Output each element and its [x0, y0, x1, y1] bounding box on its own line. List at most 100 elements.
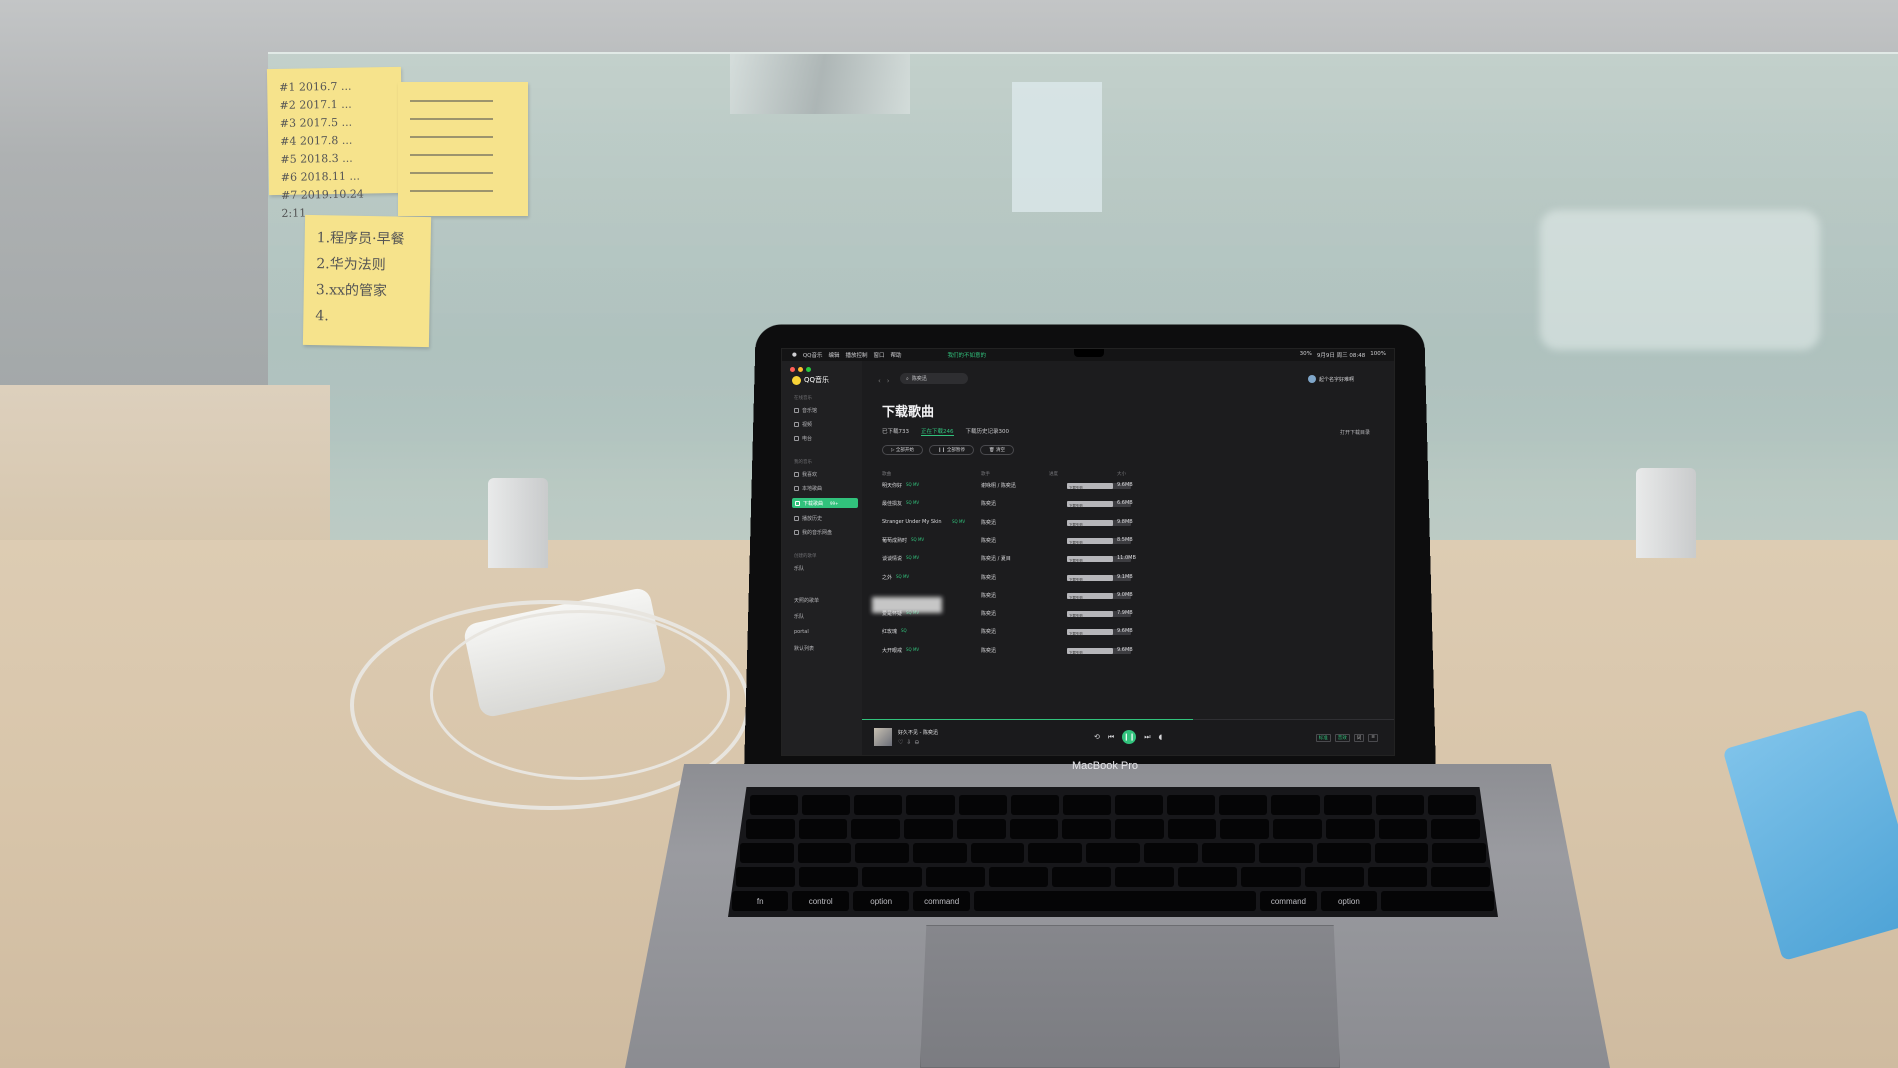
menu-app[interactable]: QQ音乐: [803, 351, 823, 359]
pause-all-button[interactable]: ❙❙ 全部暂停: [928, 445, 974, 455]
sidebar-item-history[interactable]: 播放历史: [794, 515, 822, 522]
playlist-item[interactable]: 乐队: [794, 565, 804, 572]
key[interactable]: [913, 843, 967, 863]
artist-name[interactable]: 陈奕迅 / 夏目: [981, 555, 1011, 562]
table-row[interactable]: 红玫瑰 SQ 陈奕迅 下载失败 9.6MB: [880, 625, 1344, 639]
open-download-folder-link[interactable]: 打开下载目录: [1340, 429, 1370, 436]
key[interactable]: [1378, 819, 1428, 839]
key[interactable]: [802, 795, 851, 815]
maximize-icon[interactable]: [806, 367, 811, 372]
apple-icon[interactable]: ●: [792, 352, 797, 358]
key-option-right[interactable]: option: [1320, 891, 1378, 911]
key[interactable]: [925, 867, 985, 887]
tab-downloading[interactable]: 正在下载246: [921, 427, 954, 436]
key[interactable]: [1325, 819, 1375, 839]
more-icon[interactable]: ⊖: [914, 739, 922, 746]
playlist-item[interactable]: 默认列表: [794, 645, 814, 652]
minimize-icon[interactable]: [798, 367, 803, 372]
key[interactable]: [1304, 867, 1364, 887]
user-name[interactable]: 起个名字好难啊: [1319, 376, 1354, 383]
sidebar-item-downloads[interactable]: 下载歌曲 99+: [792, 498, 858, 508]
sidebar-item-radio[interactable]: 电台: [794, 435, 812, 442]
key[interactable]: [1051, 867, 1112, 887]
sidebar-item-music-hall[interactable]: 音乐馆: [794, 407, 817, 414]
effect-button[interactable]: 音效: [1334, 734, 1350, 742]
user-profile[interactable]: 起个名字好难啊: [1307, 375, 1354, 383]
key[interactable]: [1028, 843, 1083, 863]
key[interactable]: [1271, 795, 1320, 815]
table-row[interactable]: Stranger Under My Skin SQ MV 陈奕迅 下载失败 9.8MB: [880, 516, 1344, 530]
album-cover[interactable]: [874, 728, 892, 746]
key[interactable]: [740, 843, 794, 863]
sidebar-item-video[interactable]: 视频: [794, 421, 812, 428]
song-title[interactable]: 最佳损友: [882, 500, 902, 507]
nav-arrows[interactable]: ‹›: [878, 377, 896, 385]
key-option[interactable]: option: [852, 891, 910, 911]
key-arrows[interactable]: [1381, 891, 1495, 911]
song-title[interactable]: 红玫瑰: [882, 628, 897, 635]
key[interactable]: [1430, 867, 1491, 887]
start-all-button[interactable]: ▷ 全部开始: [882, 445, 923, 455]
table-row[interactable]: 明天你好 SQ MV 谢咏栩 / 陈奕迅 下载失败 9.6MB: [880, 479, 1344, 493]
table-row[interactable]: 谈谈情说 SQ MV 陈奕迅 / 夏目 下载失败 11.0MB: [880, 552, 1344, 566]
table-row[interactable]: 大开眼戒 SQ MV 陈奕迅 下载失败 9.6MB: [880, 644, 1344, 658]
song-title[interactable]: 明天你好: [882, 482, 902, 489]
key[interactable]: [1432, 843, 1486, 863]
clock[interactable]: 9月9日 周三 08:48: [1317, 351, 1365, 359]
menu-edit[interactable]: 编辑: [828, 351, 839, 359]
sidebar-item-local[interactable]: 本地歌曲: [794, 485, 822, 492]
key[interactable]: [1178, 867, 1238, 887]
key[interactable]: [906, 795, 955, 815]
key[interactable]: [1062, 795, 1111, 815]
key[interactable]: [1114, 795, 1164, 815]
menu-playback[interactable]: 播放控制: [846, 351, 868, 359]
table-row[interactable]: 爱是怀疑SQ MV陈奕迅下载失败7.9MB: [880, 607, 1344, 621]
quality-button[interactable]: 标准: [1315, 734, 1331, 742]
key[interactable]: [1431, 819, 1481, 839]
key[interactable]: [1273, 819, 1322, 839]
key[interactable]: [854, 795, 903, 815]
next-icon[interactable]: ⏭: [1144, 733, 1150, 742]
key[interactable]: [736, 867, 796, 887]
menu-help[interactable]: 帮助: [891, 351, 902, 359]
tab-history[interactable]: 下载历史记录300: [966, 427, 1010, 436]
song-title[interactable]: Stranger Under My Skin: [882, 519, 942, 525]
key-fn[interactable]: fn: [732, 891, 789, 911]
search-input[interactable]: ⌕ 陈奕迅: [900, 373, 968, 384]
artist-name[interactable]: 陈奕迅: [981, 574, 996, 581]
key-command[interactable]: command: [913, 891, 970, 911]
avatar[interactable]: [1307, 375, 1316, 383]
key[interactable]: [904, 819, 953, 839]
key[interactable]: [750, 795, 799, 815]
key[interactable]: [1241, 867, 1301, 887]
key[interactable]: [1086, 843, 1140, 863]
key[interactable]: [956, 819, 1006, 839]
key[interactable]: [1219, 795, 1268, 815]
close-icon[interactable]: [790, 367, 795, 372]
key[interactable]: [1010, 795, 1059, 815]
volume-icon[interactable]: ◖: [1159, 733, 1163, 741]
key[interactable]: [797, 843, 852, 863]
playback-progress[interactable]: [862, 719, 1394, 720]
key[interactable]: [862, 867, 922, 887]
key[interactable]: [799, 867, 859, 887]
menu-window[interactable]: 窗口: [874, 351, 885, 359]
tab-downloaded[interactable]: 已下载733: [882, 427, 909, 436]
artist-name[interactable]: 陈奕迅: [981, 628, 996, 635]
key[interactable]: [1143, 843, 1198, 863]
repeat-icon[interactable]: ⟲: [1094, 733, 1100, 741]
song-title[interactable]: 谈谈情说: [882, 555, 902, 562]
artist-name[interactable]: 陈奕迅: [981, 500, 996, 507]
clear-button[interactable]: 🗑 清空: [979, 445, 1015, 455]
key[interactable]: [1323, 795, 1372, 815]
table-row[interactable]: 最佳损友 SQ MV 陈奕迅 下载失败 6.6MB: [880, 497, 1344, 511]
song-title[interactable]: 葡萄成熟时: [882, 537, 907, 544]
artist-name[interactable]: 谢咏栩 / 陈奕迅: [981, 482, 1016, 489]
key[interactable]: [1115, 867, 1175, 887]
key[interactable]: [1375, 795, 1424, 815]
key[interactable]: [851, 819, 901, 839]
artist-name[interactable]: 陈奕迅: [981, 537, 996, 544]
key[interactable]: [1367, 867, 1427, 887]
playlist-item[interactable]: 乐队: [794, 613, 804, 620]
key[interactable]: [855, 843, 910, 863]
